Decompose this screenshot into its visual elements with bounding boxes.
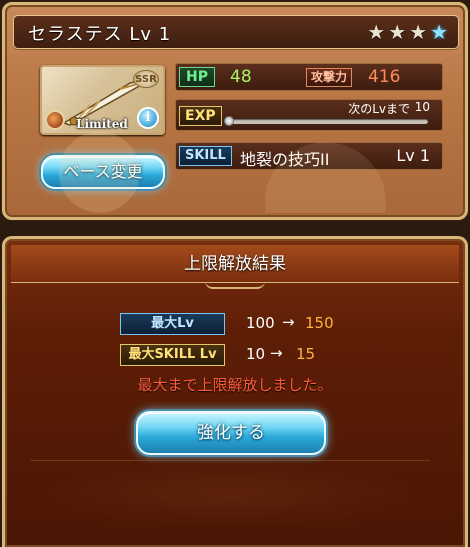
result-title: 上限解放結果 [11, 245, 459, 283]
skill-level: Lv 1 [396, 146, 430, 165]
ornament-divider [205, 281, 265, 289]
exp-tag: EXP [179, 106, 222, 126]
skill-row: SKILL 地裂の技巧II Lv 1 [175, 142, 443, 170]
result-message: 最大まで上限解放しました。 [137, 376, 333, 394]
limited-label: Limited [76, 117, 128, 131]
skill-name: 地裂の技巧II [240, 150, 330, 169]
enhance-button[interactable]: 強化する [136, 411, 326, 455]
weapon-title: セラステス Lv 1 [28, 24, 172, 45]
weapon-thumbnail[interactable]: SSR Limited i [40, 65, 165, 135]
next-lv-label: 次のLvまで [348, 102, 410, 116]
info-icon[interactable]: i [137, 107, 159, 129]
hp-value: 48 [230, 67, 252, 87]
skill-tag: SKILL [179, 146, 232, 166]
base-change-button[interactable]: ベース変更 [41, 155, 165, 189]
exp-row: EXP 次のLvまで 10 [175, 99, 443, 131]
max-lv-tag: 最大Lv [120, 313, 225, 335]
exp-bar [224, 116, 428, 126]
title-bar: セラステス Lv 1 ★ ★ ★ ★ [13, 15, 459, 49]
max-skill-to: 15 [296, 345, 316, 363]
exp-bar-knob [224, 116, 234, 126]
arrow-right-icon: → [282, 313, 295, 331]
max-skill-tag: 最大SKILL Lv [120, 344, 225, 366]
star-icon: ★ [430, 20, 448, 44]
next-lv-value: 10 [414, 100, 430, 114]
hp-atk-row: HP 48 攻撃力 416 [175, 63, 443, 91]
max-lv-from: 100 [246, 314, 275, 332]
max-skill-from: 10 [246, 345, 266, 363]
max-lv-to: 150 [305, 314, 334, 332]
attack-tag: 攻撃力 [306, 68, 353, 87]
star-icon: ★ [367, 20, 386, 44]
element-icon [45, 110, 65, 130]
arrow-right-icon: → [270, 344, 283, 362]
ssr-badge: SSR [133, 70, 159, 88]
star-icon: ★ [388, 20, 407, 44]
hp-tag: HP [179, 67, 215, 87]
weapon-card: セラステス Lv 1 ★ ★ ★ ★ SSR Limited i ベース変更 H… [2, 2, 468, 220]
star-icon: ★ [409, 20, 428, 44]
panel-decoration [30, 460, 430, 530]
rarity-stars: ★ ★ ★ ★ [367, 20, 448, 44]
attack-value: 416 [368, 67, 401, 87]
